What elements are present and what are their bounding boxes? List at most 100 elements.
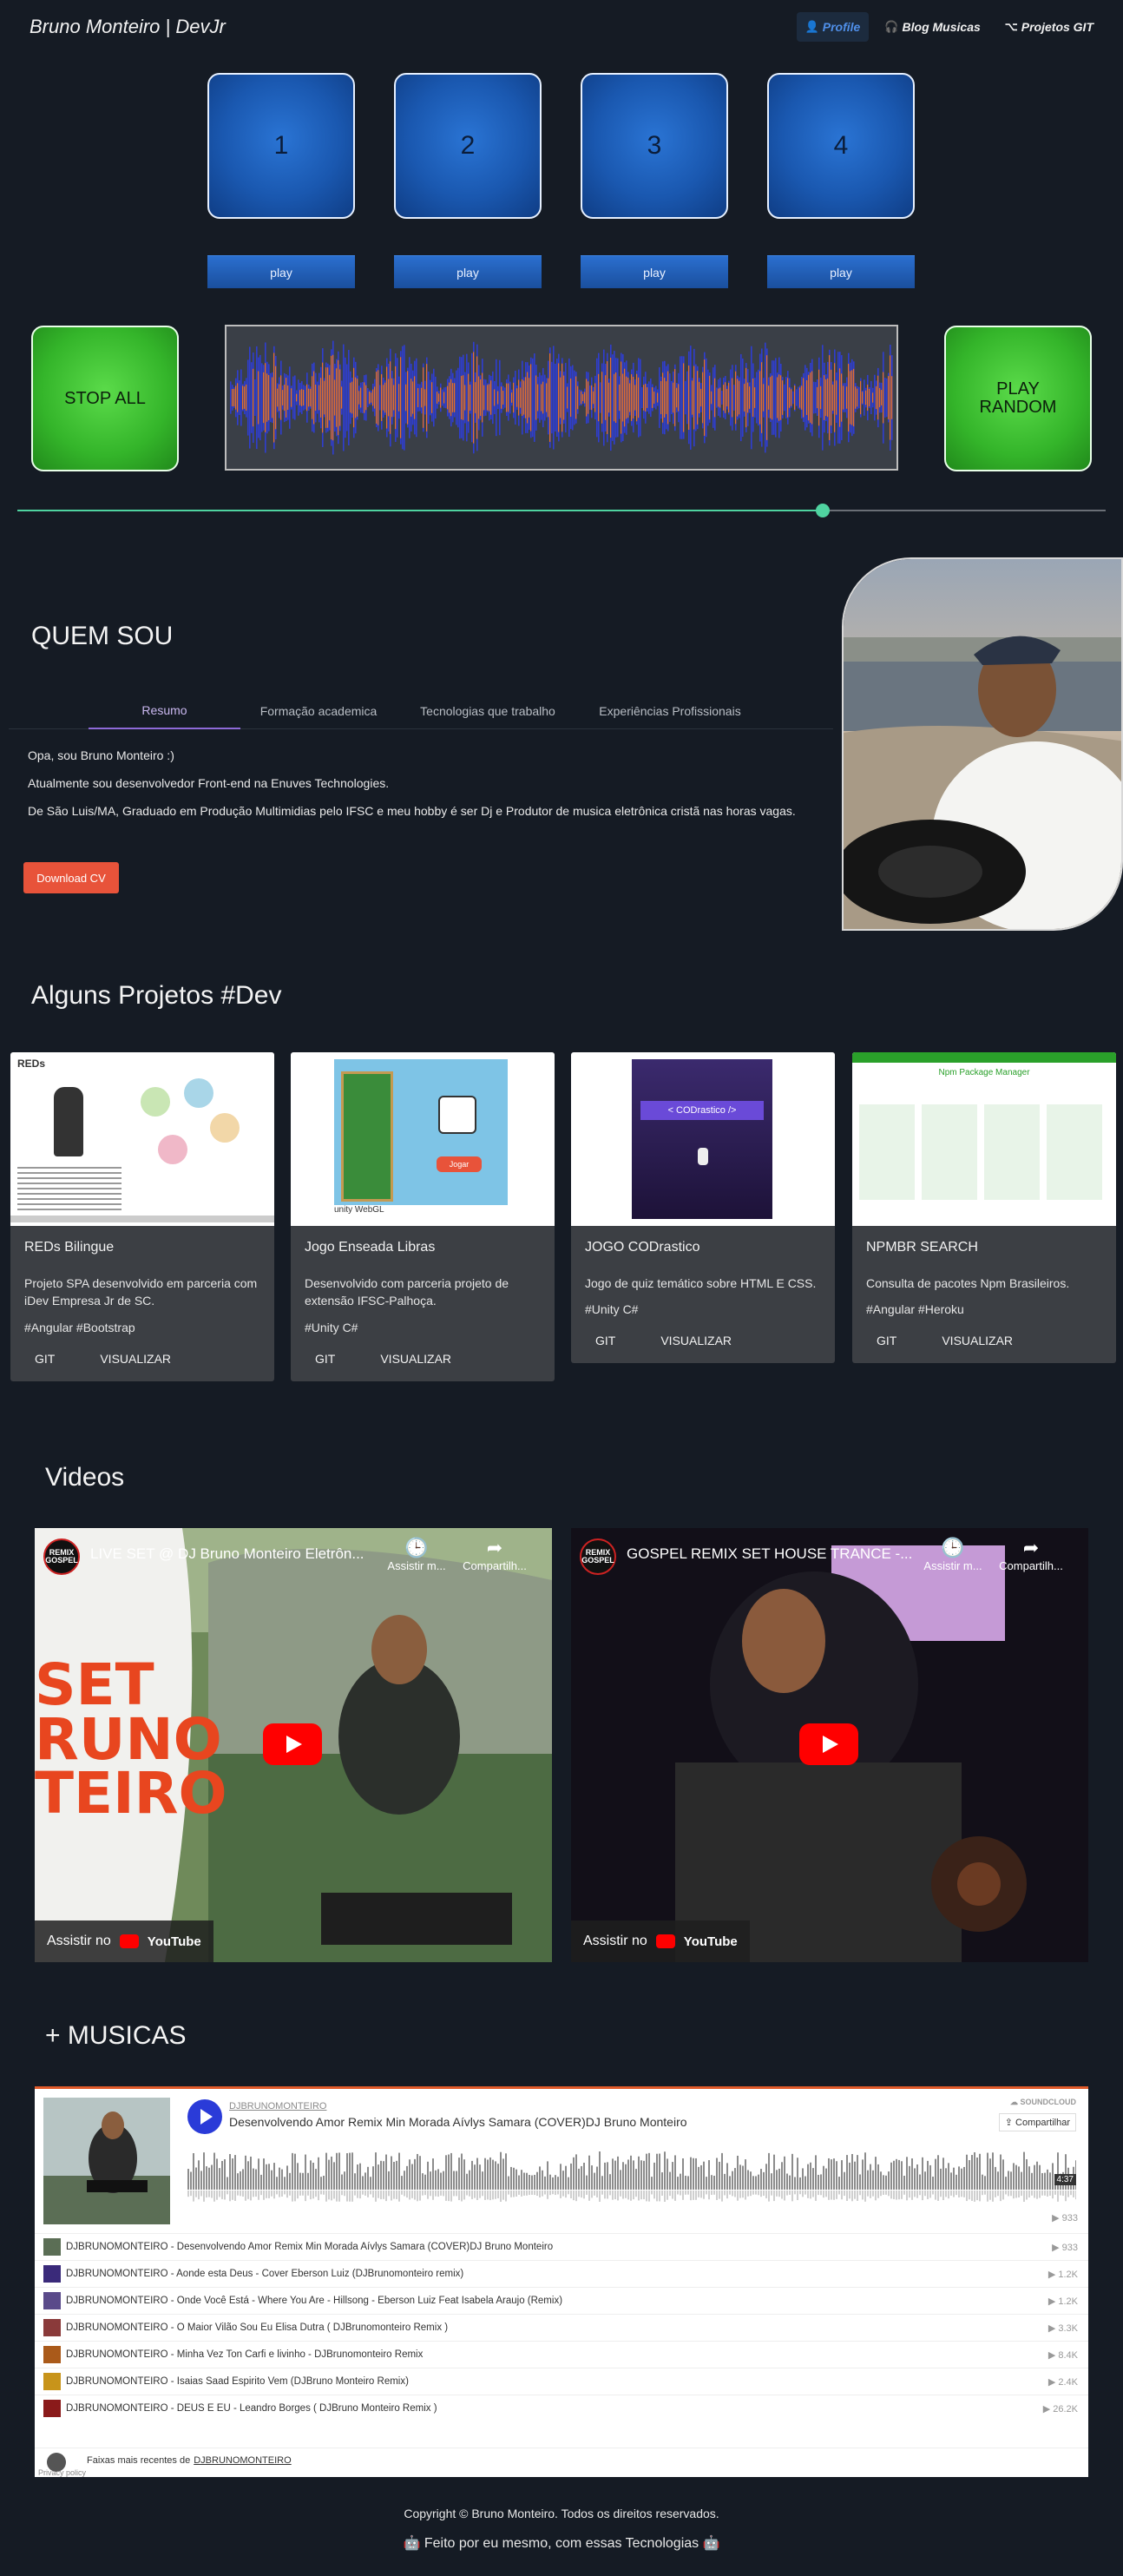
- sound-pad-4[interactable]: 4: [767, 73, 915, 219]
- headphones-icon: 🎧: [884, 20, 899, 33]
- track-thumbnail: [43, 2238, 61, 2256]
- tab-formacao[interactable]: Formação academica: [240, 693, 397, 729]
- profile-photo: [842, 557, 1123, 931]
- track-artwork[interactable]: [43, 2098, 170, 2224]
- brand-title[interactable]: Bruno Monteiro | DevJr: [30, 16, 226, 38]
- project-title: Jogo Enseada Libras: [305, 1240, 436, 1255]
- video-title[interactable]: LIVE SET @ DJ Bruno Monteiro Eletrôn...: [90, 1545, 385, 1563]
- track-play-button[interactable]: [187, 2099, 222, 2134]
- pad-3-play-button[interactable]: play: [581, 255, 728, 288]
- track-list-title: DJBRUNOMONTEIRO - Minha Vez Ton Carfi e …: [66, 2349, 424, 2360]
- play-random-button[interactable]: PLAY RANDOM: [944, 326, 1092, 471]
- track-list-item[interactable]: DJBRUNOMONTEIRO - Onde Você Está - Where…: [35, 2287, 1088, 2314]
- nav-projetos-git[interactable]: ⌥ Projetos GIT: [996, 12, 1102, 42]
- project-tags: #Angular #Bootstrap: [24, 1320, 135, 1334]
- project-description: Projeto SPA desenvolvido em parceria com…: [24, 1276, 258, 1308]
- code-icon: ⌥: [1004, 20, 1018, 33]
- project-thumbnail-codrastico[interactable]: < CODrastico />: [571, 1052, 835, 1226]
- track-list-item[interactable]: DJBRUNOMONTEIRO - Minha Vez Ton Carfi e …: [35, 2341, 1088, 2368]
- share-button[interactable]: ➦ Compartilh...: [460, 1537, 529, 1572]
- pad-2-play-button[interactable]: play: [394, 255, 542, 288]
- project-view-link[interactable]: VISUALIZAR: [931, 1334, 1023, 1347]
- robot-icon: 🤖: [702, 2536, 720, 2551]
- project-git-link[interactable]: GIT: [866, 1334, 907, 1347]
- watch-on-youtube[interactable]: Assistir no YouTube: [571, 1920, 750, 1962]
- sound-pad-1[interactable]: 1: [207, 73, 355, 219]
- track-thumbnail: [43, 2373, 61, 2390]
- track-list-title: DJBRUNOMONTEIRO - O Maior Vilão Sou Eu E…: [66, 2322, 449, 2333]
- about-paragraph-2: Atualmente sou desenvolvedor Front-end n…: [28, 776, 390, 790]
- clock-icon: 🕒: [404, 1537, 429, 1558]
- sound-pad-2[interactable]: 2: [394, 73, 542, 219]
- audio-waveform: [225, 325, 898, 471]
- track-thumbnail: [43, 2400, 61, 2417]
- stop-all-label: STOP ALL: [64, 388, 146, 408]
- tab-resumo[interactable]: Resumo: [89, 693, 240, 729]
- pad-1-play-button[interactable]: play: [207, 255, 355, 288]
- track-play-count: ▶ 933: [1052, 2213, 1078, 2224]
- stop-all-button[interactable]: STOP ALL: [31, 326, 179, 471]
- about-title: QUEM SOU: [31, 622, 174, 650]
- play-count-icon: ▶: [1047, 2296, 1059, 2307]
- track-list-item[interactable]: DJBRUNOMONTEIRO - O Maior Vilão Sou Eu E…: [35, 2314, 1088, 2341]
- youtube-logo-icon: [655, 1934, 675, 1948]
- privacy-policy-link[interactable]: Privacy policy: [38, 2468, 86, 2477]
- watch-later-button[interactable]: 🕒 Assistir m...: [918, 1537, 988, 1572]
- nav-profile-label: Profile: [822, 20, 861, 34]
- track-list-item[interactable]: DJBRUNOMONTEIRO - Isaias Saad Espirito V…: [35, 2368, 1088, 2395]
- cloud-icon: ☁: [1009, 2098, 1021, 2106]
- video-embed-1[interactable]: SET RUNO TEIRO REMIX GOSPEL LIVE SET @ D…: [35, 1528, 552, 1962]
- waveform-graphic: [230, 340, 893, 455]
- soundcloud-logo[interactable]: ☁ SOUNDCLOUD: [1010, 2098, 1076, 2107]
- track-user-link[interactable]: DJBRUNOMONTEIRO: [229, 2101, 326, 2112]
- youtube-play-button[interactable]: [263, 1723, 322, 1765]
- channel-logo[interactable]: REMIX GOSPEL: [43, 1538, 80, 1575]
- project-git-link[interactable]: GIT: [24, 1352, 65, 1366]
- project-git-link[interactable]: GIT: [305, 1352, 345, 1366]
- project-card-reds: REDs REDs Bilingue Projeto SPA desenvolv…: [10, 1052, 274, 1381]
- project-title: REDs Bilingue: [24, 1240, 115, 1255]
- track-waveform[interactable]: [187, 2150, 1076, 2202]
- project-view-link[interactable]: VISUALIZAR: [89, 1352, 181, 1366]
- slider-knob[interactable]: [815, 504, 830, 517]
- watch-later-button[interactable]: 🕒 Assistir m...: [382, 1537, 451, 1572]
- tab-experiencias[interactable]: Experiências Profissionais: [579, 693, 761, 729]
- sound-pad-3[interactable]: 3: [581, 73, 728, 219]
- track-list-title: DJBRUNOMONTEIRO - Isaias Saad Espirito V…: [66, 2376, 409, 2387]
- project-view-link[interactable]: VISUALIZAR: [370, 1352, 462, 1366]
- nav-git-label: Projetos GIT: [1021, 20, 1093, 34]
- video-embed-2[interactable]: REMIX GOSPEL GOSPEL REMIX SET HOUSE TRAN…: [571, 1528, 1088, 1962]
- tab-tecnologias[interactable]: Tecnologias que trabalho: [397, 693, 579, 729]
- playback-slider[interactable]: [17, 504, 1106, 517]
- nav-profile[interactable]: 👤 Profile: [796, 12, 870, 42]
- track-list-item[interactable]: DJBRUNOMONTEIRO - DEUS E EU - Leandro Bo…: [35, 2395, 1088, 2421]
- project-thumbnail-npmbr[interactable]: Npm Package Manager: [852, 1052, 1116, 1226]
- copyright-text: Copyright © Bruno Monteiro. Todos os dir…: [404, 2507, 719, 2520]
- project-tags: #Unity C#: [305, 1320, 358, 1334]
- project-view-link[interactable]: VISUALIZAR: [650, 1334, 742, 1347]
- footer-user-link[interactable]: DJBRUNOMONTEIRO: [194, 2455, 291, 2466]
- share-button[interactable]: ⇪ Compartilhar: [998, 2113, 1076, 2131]
- channel-logo[interactable]: REMIX GOSPEL: [580, 1538, 616, 1575]
- youtube-play-button[interactable]: [799, 1723, 858, 1765]
- share-button[interactable]: ➦ Compartilh...: [996, 1537, 1066, 1572]
- project-description: Jogo de quiz temático sobre HTML E CSS.: [585, 1276, 817, 1290]
- watch-on-youtube[interactable]: Assistir no YouTube: [35, 1920, 213, 1962]
- track-list-item[interactable]: DJBRUNOMONTEIRO - Desenvolvendo Amor Rem…: [35, 2233, 1088, 2260]
- track-list-item[interactable]: DJBRUNOMONTEIRO - Aonde esta Deus - Cove…: [35, 2260, 1088, 2287]
- download-cv-button[interactable]: Download CV: [23, 862, 119, 893]
- project-description: Consulta de pacotes Npm Brasileiros.: [866, 1276, 1070, 1290]
- project-thumbnail-reds[interactable]: REDs: [10, 1052, 274, 1226]
- pad-4-play-button[interactable]: play: [767, 255, 915, 288]
- project-card-enseada: Jogar unity WebGL Jogo Enseada Libras De…: [291, 1052, 555, 1381]
- project-thumbnail-enseada[interactable]: Jogar unity WebGL: [291, 1052, 555, 1226]
- track-title[interactable]: Desenvolvendo Amor Remix Min Morada Aívl…: [229, 2115, 687, 2129]
- track-list-title: DJBRUNOMONTEIRO - DEUS E EU - Leandro Bo…: [66, 2403, 437, 2414]
- video-title[interactable]: GOSPEL REMIX SET HOUSE TRANCE -...: [627, 1545, 922, 1563]
- project-tags: #Angular #Heroku: [866, 1302, 964, 1317]
- project-git-link[interactable]: GIT: [585, 1334, 626, 1347]
- track-list-count: ▶ 1.2K: [1047, 2269, 1078, 2280]
- project-title: NPMBR SEARCH: [866, 1240, 978, 1255]
- track-list-count: ▶ 1.2K: [1047, 2296, 1078, 2307]
- nav-blog-musicas[interactable]: 🎧 Blog Musicas: [876, 12, 988, 42]
